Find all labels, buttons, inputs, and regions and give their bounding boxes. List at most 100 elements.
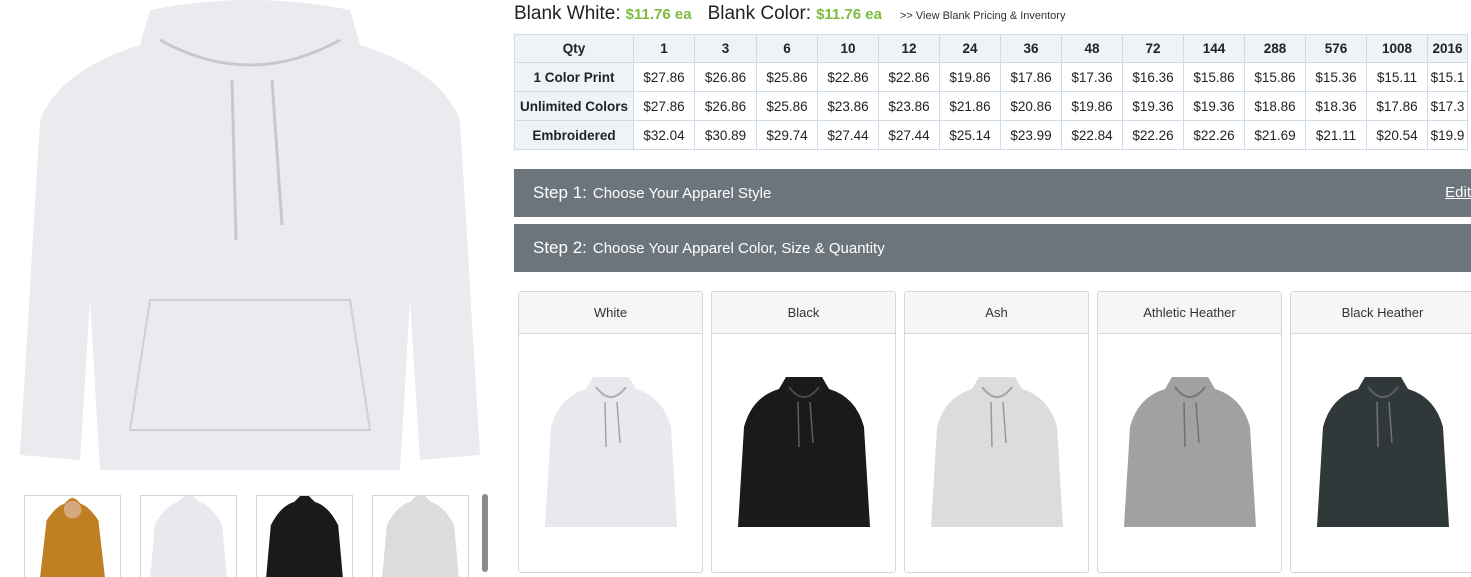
color-4-body — [1316, 377, 1449, 527]
price-cell: $21.69 — [1244, 120, 1306, 150]
qty-cell: 48 — [1061, 34, 1123, 63]
price-cell: $26.86 — [694, 91, 757, 121]
hoodie-shape — [20, 0, 480, 470]
thumbnail-white[interactable] — [140, 495, 237, 577]
color-2-body — [930, 377, 1063, 527]
view-blank-inventory-link[interactable]: >> View Blank Pricing & Inventory — [900, 10, 1066, 22]
price-cell: $16.36 — [1122, 62, 1184, 92]
price-cell: $18.86 — [1244, 91, 1306, 121]
blank-pricing-line: Blank White: $11.76 ea Blank Color: $11.… — [514, 3, 1065, 27]
price-cell: $21.11 — [1305, 120, 1367, 150]
price-cell: $23.86 — [817, 91, 879, 121]
step-2-number: Step 2: — [533, 238, 587, 257]
thumbnail-scrollbar[interactable] — [482, 494, 488, 572]
price-cell: $17.36 — [1061, 62, 1123, 92]
thumb-1-svg — [150, 496, 227, 577]
price-cell: $17.86 — [1000, 62, 1062, 92]
step-1-text: Choose Your Apparel Style — [592, 184, 772, 202]
price-cell: $19.36 — [1183, 91, 1245, 121]
color-1-body — [737, 377, 870, 527]
thumbnail-black[interactable] — [256, 495, 353, 577]
step-2-bar[interactable]: Step 2: Choose Your Apparel Color, Size … — [514, 224, 1471, 272]
price-cell: $20.54 — [1366, 120, 1428, 150]
blank-color-price: $11.76 ea — [816, 6, 882, 23]
color-card-athletic-heather[interactable]: Athletic Heather — [1097, 291, 1282, 573]
color-3-image — [1123, 377, 1256, 527]
color-1-image — [737, 377, 870, 527]
row-label: Embroidered — [514, 120, 634, 150]
color-card-ash[interactable]: Ash — [904, 291, 1089, 573]
thumb-3-svg — [382, 496, 459, 577]
price-cell: $17.86 — [1366, 91, 1428, 121]
price-cell: $15.86 — [1244, 62, 1306, 92]
qty-cell: 1008 — [1366, 34, 1428, 63]
model-head — [63, 500, 82, 519]
color-card-label: Athletic Heather — [1098, 292, 1281, 334]
color-0-image — [544, 377, 677, 527]
thumb-2-body — [266, 496, 343, 577]
pricing-row-1-color: 1 Color Print $27.86 $26.86 $25.86 $22.8… — [514, 62, 1468, 92]
main-product-image — [0, 0, 500, 475]
price-cell: $19.86 — [1061, 91, 1123, 121]
color-card-label: White — [519, 292, 702, 334]
qty-cell: 10 — [817, 34, 879, 63]
qty-cell: 12 — [878, 34, 940, 63]
price-cell: $27.86 — [633, 91, 695, 121]
price-cell: $15.36 — [1305, 62, 1367, 92]
price-cell: $17.3 — [1427, 91, 1468, 121]
step-1-edit-link[interactable]: Edit — [1445, 184, 1471, 201]
price-cell: $26.86 — [694, 62, 757, 92]
color-card-label: Ash — [905, 292, 1088, 334]
price-cell: $22.26 — [1183, 120, 1245, 150]
qty-cell: 3 — [694, 34, 757, 63]
pricing-header-row: Qty 1 3 6 10 12 24 36 48 72 144 288 576 … — [514, 34, 1468, 63]
color-3-body — [1123, 377, 1256, 527]
price-cell: $15.11 — [1366, 62, 1428, 92]
row-label: 1 Color Print — [514, 62, 634, 92]
thumb-2-svg — [266, 496, 343, 577]
row-label: Unlimited Colors — [514, 91, 634, 121]
qty-cell: 288 — [1244, 34, 1306, 63]
price-cell: $21.86 — [939, 91, 1001, 121]
thumbnail-strip — [24, 495, 469, 577]
qty-cell: 6 — [756, 34, 818, 63]
pricing-row-unlimited: Unlimited Colors $27.86 $26.86 $25.86 $2… — [514, 91, 1468, 121]
color-card-label: Black Heather — [1291, 292, 1471, 334]
color-card-black[interactable]: Black — [711, 291, 896, 573]
thumbnail-ash[interactable] — [372, 495, 469, 577]
color-4-image — [1316, 377, 1449, 527]
price-cell: $25.86 — [756, 62, 818, 92]
qty-cell: 72 — [1122, 34, 1184, 63]
price-cell: $22.26 — [1122, 120, 1184, 150]
color-2-image — [930, 377, 1063, 527]
qty-cell: 1 — [633, 34, 695, 63]
qty-cell: 36 — [1000, 34, 1062, 63]
price-cell: $23.86 — [878, 91, 940, 121]
step-1-bar[interactable]: Step 1: Choose Your Apparel Style Edit — [514, 169, 1471, 217]
price-cell: $20.86 — [1000, 91, 1062, 121]
step-2-text: Choose Your Apparel Color, Size & Quanti… — [592, 239, 885, 257]
blank-white-price: $11.76 ea — [625, 6, 692, 23]
thumbnail-gold[interactable] — [24, 495, 121, 577]
color-0-body — [544, 377, 677, 527]
price-cell: $19.86 — [939, 62, 1001, 92]
thumb-1-body — [150, 496, 227, 577]
price-cell: $29.74 — [756, 120, 818, 150]
pricing-table: Qty 1 3 6 10 12 24 36 48 72 144 288 576 … — [514, 34, 1468, 150]
price-cell: $22.86 — [817, 62, 879, 92]
price-cell: $27.44 — [817, 120, 879, 150]
price-cell: $22.86 — [878, 62, 940, 92]
thumb-0-svg — [40, 497, 105, 577]
price-cell: $25.86 — [756, 91, 818, 121]
hoodie-image — [20, 0, 480, 470]
color-card-black-heather[interactable]: Black Heather — [1290, 291, 1471, 573]
color-options: White Black Ash Athletic Heather Black H… — [518, 291, 1471, 573]
price-cell: $22.84 — [1061, 120, 1123, 150]
price-cell: $30.89 — [694, 120, 757, 150]
blank-color-label: Blank Color: — [707, 3, 812, 24]
qty-cell: 576 — [1305, 34, 1367, 63]
price-cell: $27.44 — [878, 120, 940, 150]
step-1-number: Step 1: — [533, 183, 587, 202]
color-card-white[interactable]: White — [518, 291, 703, 573]
price-cell: $23.99 — [1000, 120, 1062, 150]
